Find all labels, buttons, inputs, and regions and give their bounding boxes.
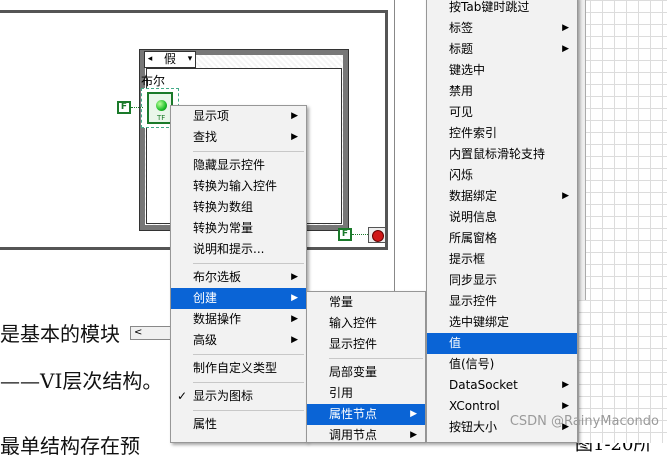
menu-item-control[interactable]: 输入控件: [307, 313, 425, 334]
menu-item-label[interactable]: 标签 ▶: [427, 18, 577, 39]
submenu-arrow-icon: ▶: [562, 23, 569, 33]
menu-item-data-binding[interactable]: 数据绑定 ▶: [427, 186, 577, 207]
case-selector-value: 假: [163, 52, 176, 66]
menu-item-make-typedef[interactable]: 制作自定义类型: [171, 358, 306, 379]
front-panel-grid: [578, 0, 667, 443]
submenu-arrow-icon: ▶: [291, 111, 298, 121]
menu-item-blinking[interactable]: 闪烁: [427, 165, 577, 186]
menu-item-properties[interactable]: 属性: [171, 414, 306, 435]
doc-text-line: 最单结构存在预: [0, 434, 140, 458]
menu-item-value[interactable]: 值: [427, 333, 577, 354]
menu-item-change-to-control[interactable]: 转换为输入控件: [171, 176, 306, 197]
menu-separator: [193, 410, 304, 411]
menu-item-caption[interactable]: 标题 ▶: [427, 39, 577, 60]
case-prev-icon[interactable]: ◂: [145, 52, 155, 67]
submenu-arrow-icon: ▶: [562, 380, 569, 390]
menu-item-indicator[interactable]: 显示控件: [307, 334, 425, 355]
submenu-arrow-icon: ▶: [291, 132, 298, 142]
false-constant-stop[interactable]: F: [338, 228, 352, 241]
case-selector[interactable]: ◂ 假 ▾: [144, 51, 196, 68]
submenu-arrow-icon: ▶: [562, 44, 569, 54]
menu-item-data-operations[interactable]: 数据操作 ▶: [171, 309, 306, 330]
menu-item-find[interactable]: 查找 ▶: [171, 127, 306, 148]
menu-item-boolean-palette[interactable]: 布尔选板 ▶: [171, 267, 306, 288]
submenu-arrow-icon: ▶: [291, 272, 298, 282]
menu-item-key-binding[interactable]: 选中键绑定: [427, 312, 577, 333]
menu-item-advanced[interactable]: 高级 ▶: [171, 330, 306, 351]
led-icon: [156, 100, 167, 111]
menu-item-reference[interactable]: 引用: [307, 383, 425, 404]
boolean-tf-label: TF: [157, 114, 166, 122]
case-dropdown-icon[interactable]: ▾: [185, 52, 195, 67]
menu-separator: [193, 263, 304, 264]
menu-separator: [193, 382, 304, 383]
menu-item-owning-pane[interactable]: 所属窗格: [427, 228, 577, 249]
menu-item-skip-on-tab[interactable]: 按Tab键时跳过: [427, 0, 577, 18]
false-constant[interactable]: F: [117, 101, 131, 114]
menu-item-property-node[interactable]: 属性节点 ▶: [307, 404, 425, 425]
submenu-arrow-icon: ▶: [291, 335, 298, 345]
property-node-submenu: 按Tab键时跳过 标签 ▶ 标题 ▶ 键选中 禁用 可见 控件索引 内置鼠标滑轮支持…: [426, 0, 578, 443]
menu-item-mouse-wheel[interactable]: 内置鼠标滑轮支持: [427, 144, 577, 165]
menu-item-description[interactable]: 说明信息: [427, 207, 577, 228]
menu-item-view-as-icon[interactable]: ✓ 显示为图标: [171, 386, 306, 407]
menu-item-hide-control[interactable]: 隐藏显示控件: [171, 155, 306, 176]
watermark: CSDN @RainyMacondo: [509, 414, 659, 429]
menu-item-description-tip[interactable]: 说明和提示...: [171, 239, 306, 260]
menu-separator: [193, 151, 304, 152]
create-submenu: 常量 输入控件 显示控件 局部变量 引用 属性节点 ▶ 调用节点 ▶: [306, 291, 426, 443]
context-menu: 显示项 ▶ 查找 ▶ 隐藏显示控件 转换为输入控件 转换为数组 转换为常量 说明和提…: [170, 105, 307, 443]
menu-item-key-focus[interactable]: 键选中: [427, 60, 577, 81]
menu-item-visible-items[interactable]: 显示项 ▶: [171, 106, 306, 127]
stop-wire[interactable]: [352, 234, 368, 235]
menu-item-value-signaling[interactable]: 值(信号): [427, 354, 577, 375]
loop-stop-terminal[interactable]: [368, 227, 386, 243]
doc-text-line: 是基本的模块: [0, 322, 120, 346]
menu-item-visible[interactable]: 可见: [427, 102, 577, 123]
horizontal-scroll-left-button[interactable]: <: [130, 326, 175, 340]
menu-item-disabled[interactable]: 禁用: [427, 81, 577, 102]
submenu-arrow-icon: ▶: [291, 293, 298, 303]
submenu-arrow-icon: ▶: [410, 409, 417, 419]
menu-item-change-to-constant[interactable]: 转换为常量: [171, 218, 306, 239]
menu-item-tip-strip[interactable]: 提示框: [427, 249, 577, 270]
boolean-wire[interactable]: [131, 107, 143, 108]
menu-item-datasocket[interactable]: DataSocket ▶: [427, 375, 577, 396]
menu-item-control-index[interactable]: 控件索引: [427, 123, 577, 144]
menu-item-local-variable[interactable]: 局部变量: [307, 362, 425, 383]
menu-item-constant[interactable]: 常量: [307, 292, 425, 313]
doc-text-line: ——VI层次结构。: [0, 369, 163, 393]
menu-item-indicator-prop[interactable]: 显示控件: [427, 291, 577, 312]
check-icon: ✓: [177, 389, 188, 403]
menu-separator: [193, 354, 304, 355]
menu-separator: [329, 358, 423, 359]
vertical-scrollbar[interactable]: [578, 0, 586, 300]
submenu-arrow-icon: ▶: [562, 191, 569, 201]
submenu-arrow-icon: ▶: [291, 314, 298, 324]
menu-item-change-to-array[interactable]: 转换为数组: [171, 197, 306, 218]
boolean-label: 布尔: [141, 74, 166, 88]
menu-item-sync-display[interactable]: 同步显示: [427, 270, 577, 291]
menu-item-create[interactable]: 创建 ▶: [171, 288, 306, 309]
